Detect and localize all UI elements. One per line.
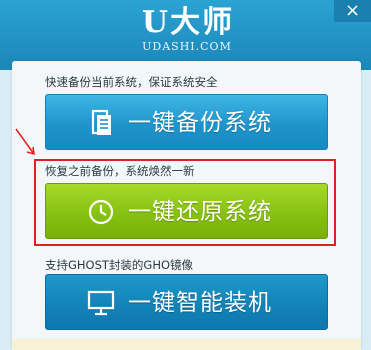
- document-icon: [91, 109, 111, 135]
- title-bar: U大师 UDASHI.COM ×: [0, 0, 371, 70]
- smart-install-label: 一键智能装机: [128, 290, 272, 316]
- arrow-icon: [15, 128, 35, 156]
- smart-install-button[interactable]: 一键智能装机: [45, 274, 328, 330]
- backup-system-label: 一键备份系统: [128, 110, 272, 136]
- monitor-icon: [87, 290, 115, 316]
- highlight-box: [34, 159, 336, 246]
- backup-system-button[interactable]: 一键备份系统: [45, 94, 328, 150]
- app-window: U大师 UDASHI.COM × 快速备份当前系统，保证系统安全 一键备份系统 …: [0, 0, 371, 350]
- bottom-strip: [12, 339, 361, 350]
- install-caption: 支持GHOST封装的GHO镜像: [45, 258, 194, 272]
- backup-caption: 快速备份当前系统，保证系统安全: [45, 75, 218, 89]
- app-logo-subtitle: UDASHI.COM: [142, 40, 232, 53]
- close-button[interactable]: ×: [334, 0, 371, 22]
